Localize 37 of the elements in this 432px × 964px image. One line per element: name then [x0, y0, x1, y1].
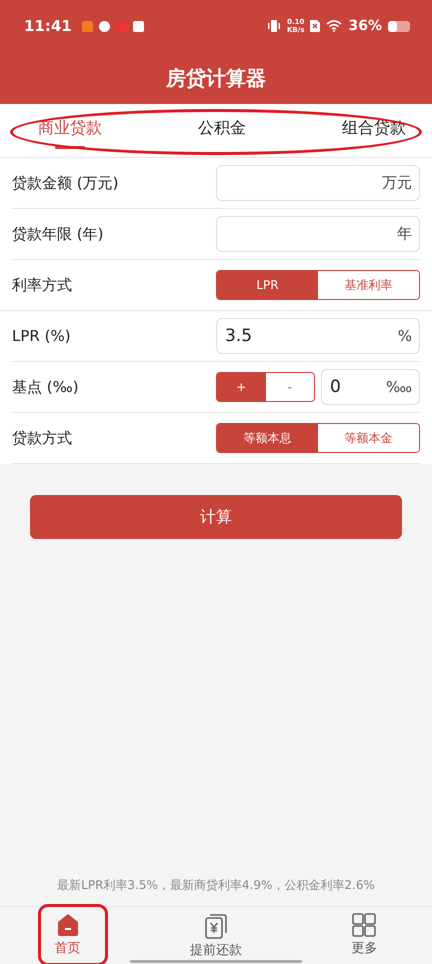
loan-type-tab[interactable]: 公积金: [198, 112, 246, 149]
unit-label: ‱: [386, 378, 412, 396]
nav-item[interactable]: 首页: [48, 911, 87, 959]
battery-percent: 36%: [348, 18, 382, 34]
page-title: 房贷计算器: [166, 64, 266, 92]
app-notification-icon: [98, 20, 110, 32]
app-notification-icon: [82, 20, 93, 32]
unit-label: 年: [397, 224, 412, 244]
option-button[interactable]: +: [217, 373, 266, 401]
field-label: 贷款年限 (年): [12, 224, 104, 244]
input-field[interactable]: [216, 216, 420, 252]
battery-icon: [388, 20, 410, 32]
unit-label: %: [398, 327, 412, 345]
mail-icon: [132, 20, 144, 32]
loan-type-tab[interactable]: 商业贷款: [38, 112, 102, 149]
yen-card-icon: [204, 913, 228, 939]
field-label: 贷款金额 (万元): [12, 174, 118, 192]
wifi-icon: [326, 20, 342, 32]
field-label: LPR (%): [12, 327, 71, 345]
option-button[interactable]: LPR: [217, 271, 318, 299]
option-button[interactable]: 等额本息: [217, 424, 318, 452]
app-notification-icon: [116, 20, 127, 32]
calculate-button[interactable]: 计算: [30, 495, 402, 539]
field-label: 基点 (‰): [12, 378, 79, 396]
input-field[interactable]: [216, 165, 420, 201]
rate-note: 最新LPR利率3.5%，最新商贷利率4.9%，公积金利率2.6%: [56, 877, 376, 894]
home-icon: [56, 913, 79, 937]
field-label: 贷款方式: [12, 428, 72, 448]
nav-item[interactable]: 更多: [345, 911, 384, 959]
highlight-frame: [38, 904, 108, 964]
unit-label: 万元: [382, 174, 412, 192]
nav-item[interactable]: 提前还款: [184, 911, 248, 961]
grid-icon: [352, 913, 376, 937]
vibrate-icon: [267, 20, 281, 32]
field-label: 利率方式: [12, 276, 72, 294]
status-time: 11:41: [24, 17, 72, 35]
sim-icon: [310, 20, 320, 32]
